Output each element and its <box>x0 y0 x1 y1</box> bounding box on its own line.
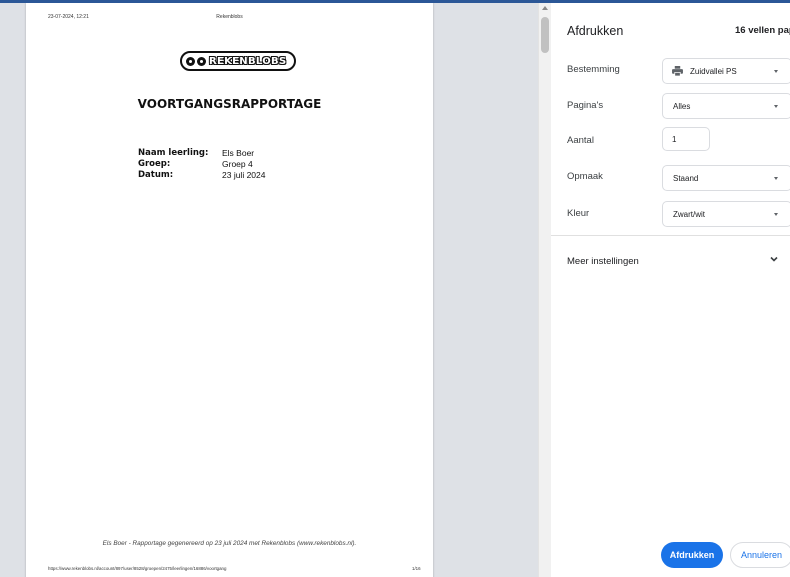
dropdown-arrow-icon <box>774 105 778 108</box>
print-settings-panel: Afdrukken 16 vellen papier Bestemming Zu… <box>551 3 790 577</box>
rekenblobs-logo: REKENBLOBS <box>180 51 296 71</box>
printer-icon <box>672 66 683 76</box>
preview-page: 23-07-2024, 12:21 Rekenblobs REKENBLOBS … <box>26 3 433 577</box>
color-select[interactable]: Zwart/wit <box>662 201 790 227</box>
info-value: Els Boer <box>222 148 255 158</box>
info-label: Naam leerling: <box>138 148 209 158</box>
dropdown-arrow-icon <box>774 177 778 180</box>
chevron-down-icon[interactable] <box>769 254 779 264</box>
print-button[interactable]: Afdrukken <box>661 542 723 568</box>
sheet-count: 16 vellen papier <box>735 25 790 36</box>
logo-text: REKENBLOBS <box>209 55 287 67</box>
print-preview-area[interactable]: 23-07-2024, 12:21 Rekenblobs REKENBLOBS … <box>0 3 538 577</box>
pages-value: Alles <box>673 102 691 111</box>
page-header-site: Rekenblobs <box>216 14 243 20</box>
info-value: Groep 4 <box>222 159 253 169</box>
scroll-thumb[interactable] <box>541 17 549 53</box>
layout-select[interactable]: Staand <box>662 165 790 191</box>
destination-select[interactable]: Zuidvallei PS <box>662 58 790 84</box>
info-value: 23 juli 2024 <box>222 170 266 180</box>
destination-value: Zuidvallei PS <box>690 67 737 76</box>
pages-select[interactable]: Alles <box>662 93 790 119</box>
info-label: Datum: <box>138 170 174 180</box>
layout-label: Opmaak <box>567 171 603 182</box>
more-settings-toggle[interactable]: Meer instellingen <box>567 256 639 267</box>
copies-input[interactable] <box>662 127 710 151</box>
dropdown-arrow-icon <box>774 213 778 216</box>
report-footer-note: Els Boer - Rapportage gegenereerd op 23 … <box>102 540 357 547</box>
color-value: Zwart/wit <box>673 210 705 219</box>
settings-divider <box>551 235 790 236</box>
report-title: VOORTGANGSRAPPORTAGE <box>137 97 322 111</box>
dropdown-arrow-icon <box>774 70 778 73</box>
destination-label: Bestemming <box>567 64 620 75</box>
color-label: Kleur <box>567 208 590 219</box>
layout-value: Staand <box>673 174 699 183</box>
panel-title: Afdrukken <box>567 24 624 38</box>
page-footer-number: 1/16 <box>412 566 421 571</box>
info-label: Groep: <box>138 159 171 169</box>
pages-label: Pagina's <box>567 100 604 111</box>
copies-label: Aantal <box>567 135 594 146</box>
preview-scrollbar[interactable] <box>538 3 551 577</box>
scroll-up-arrow-icon[interactable] <box>542 6 548 10</box>
page-footer-url: https://www.rekenblobs.nl/account/897/us… <box>48 566 227 571</box>
cancel-button[interactable]: Annuleren <box>730 542 790 568</box>
logo-eyes-icon <box>186 56 206 66</box>
